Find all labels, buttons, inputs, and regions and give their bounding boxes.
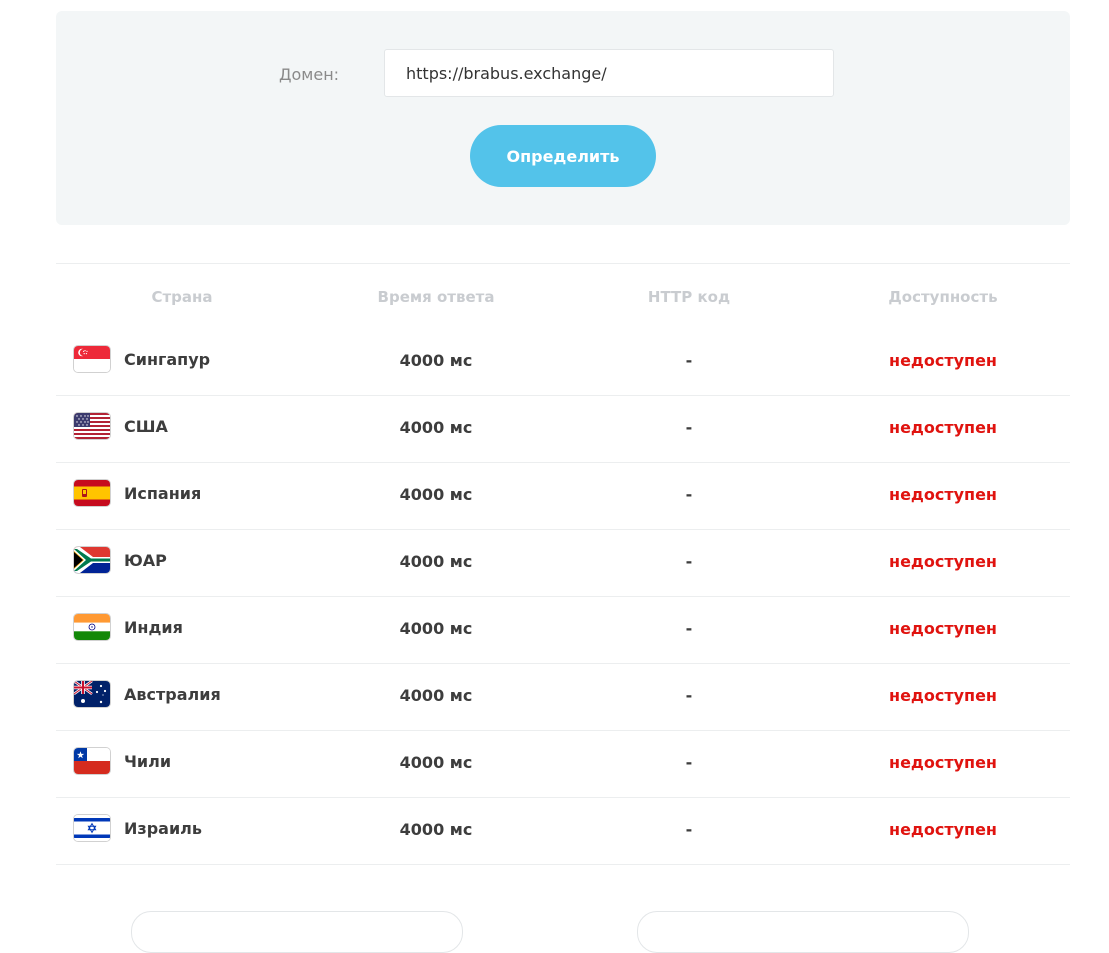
response-time: 4000 мс: [399, 753, 473, 772]
usa-flag-icon: [74, 413, 110, 439]
table-row: Испания 4000 мс - недоступен: [56, 463, 1070, 530]
availability-status: недоступен: [889, 418, 997, 437]
domain-input[interactable]: [384, 49, 834, 97]
table-row: Израиль 4000 мс - недоступен: [56, 798, 1070, 865]
header-response-time: Время ответа: [377, 288, 495, 306]
response-time: 4000 мс: [399, 686, 473, 705]
singapore-flag-icon: [74, 346, 110, 372]
availability-status: недоступен: [889, 820, 997, 839]
results-table: Страна Время ответа HTTP код Доступность…: [56, 263, 1070, 865]
south-africa-flag-icon: [74, 547, 110, 573]
availability-status: недоступен: [889, 485, 997, 504]
header-country: Страна: [151, 288, 213, 306]
availability-status: недоступен: [889, 686, 997, 705]
country-name: Чили: [124, 752, 172, 771]
domain-label: Домен:: [279, 65, 340, 84]
country-name: ЮАР: [124, 551, 167, 570]
availability-status: недоступен: [889, 619, 997, 638]
availability-status: недоступен: [889, 552, 997, 571]
response-time: 4000 мс: [399, 552, 473, 571]
table-row: Индия 4000 мс - недоступен: [56, 597, 1070, 664]
chile-flag-icon: [74, 748, 110, 774]
india-flag-icon: [74, 614, 110, 640]
header-http-code: HTTP код: [647, 288, 731, 306]
response-time: 4000 мс: [399, 418, 473, 437]
response-time: 4000 мс: [399, 619, 473, 638]
table-row: ЮАР 4000 мс - недоступен: [56, 530, 1070, 597]
australia-flag-icon: [74, 681, 110, 707]
http-code: -: [685, 418, 693, 437]
bottom-button-right[interactable]: [637, 911, 969, 953]
header-availability: Доступность: [888, 288, 998, 306]
table-row: Сингапур 4000 мс - недоступен: [56, 329, 1070, 396]
table-row: Чили 4000 мс - недоступен: [56, 731, 1070, 798]
response-time: 4000 мс: [399, 351, 473, 370]
israel-flag-icon: [74, 815, 110, 841]
availability-status: недоступен: [889, 753, 997, 772]
country-name: Израиль: [124, 819, 202, 838]
bottom-button-left[interactable]: [131, 911, 463, 953]
table-row: Австралия 4000 мс - недоступен: [56, 664, 1070, 731]
domain-check-form: Домен: Определить: [56, 11, 1070, 225]
http-code: -: [685, 686, 693, 705]
country-name: Испания: [124, 484, 202, 503]
response-time: 4000 мс: [399, 820, 473, 839]
table-header: Страна Время ответа HTTP код Доступность: [56, 264, 1070, 329]
http-code: -: [685, 820, 693, 839]
country-name: Австралия: [124, 685, 221, 704]
http-code: -: [685, 552, 693, 571]
response-time: 4000 мс: [399, 485, 473, 504]
http-code: -: [685, 485, 693, 504]
http-code: -: [685, 351, 693, 370]
table-row: США 4000 мс - недоступен: [56, 396, 1070, 463]
country-name: Индия: [124, 618, 183, 637]
country-name: Сингапур: [124, 350, 211, 369]
http-code: -: [685, 753, 693, 772]
availability-status: недоступен: [889, 351, 997, 370]
country-name: США: [124, 417, 168, 436]
spain-flag-icon: [74, 480, 110, 506]
http-code: -: [685, 619, 693, 638]
determine-button[interactable]: Определить: [470, 125, 656, 187]
